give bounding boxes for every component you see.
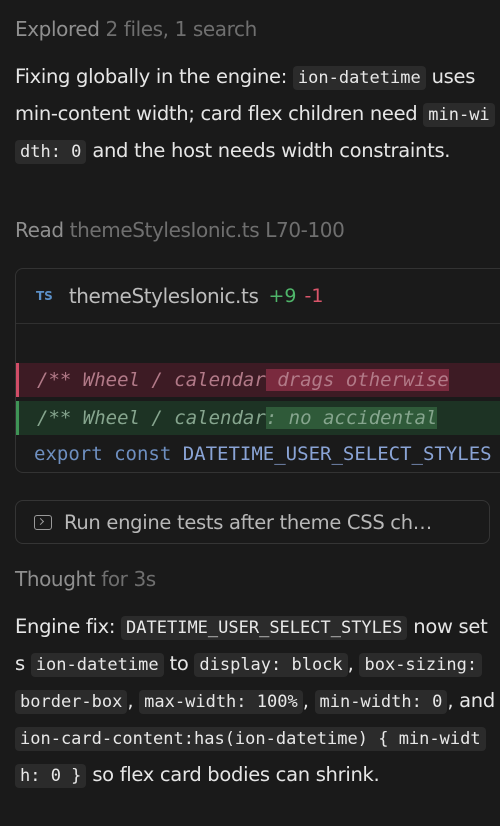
message-text: , xyxy=(347,652,360,675)
code-comment: /** Wheel / calendar xyxy=(37,369,266,391)
message-text: , xyxy=(302,689,315,712)
message-text: to xyxy=(163,652,195,675)
inline-code: min-width: 0 xyxy=(314,690,448,714)
read-filename: themeStylesIonic.ts xyxy=(69,218,260,242)
read-range: L70-100 xyxy=(265,218,345,242)
diff-card[interactable]: TS themeStylesIonic.ts +9 -1 /** Wheel /… xyxy=(15,268,500,473)
read-file-summary[interactable]: Read themeStylesIonic.ts L70-100 xyxy=(15,218,345,242)
explored-summary[interactable]: Explored 2 files, 1 search xyxy=(15,17,257,41)
inline-code: ion-datetime xyxy=(292,66,426,90)
deletions-count: -1 xyxy=(304,285,324,307)
code-comment: /** Wheel / calendar xyxy=(37,407,266,429)
inline-code: DATETIME_USER_SELECT_STYLES xyxy=(121,616,408,640)
code-keyword: export const xyxy=(34,443,172,465)
message-text: , xyxy=(127,689,140,712)
read-label: Read xyxy=(15,218,64,242)
additions-count: +9 xyxy=(268,285,297,307)
inline-code: max-width: 100% xyxy=(139,690,303,714)
typescript-icon: TS xyxy=(36,289,53,303)
message-text: , and xyxy=(447,689,495,712)
thought-summary[interactable]: Thought for 3s xyxy=(15,567,156,591)
explored-detail: 2 files, 1 search xyxy=(105,17,258,41)
terminal-icon xyxy=(34,514,52,530)
message-text: and the host needs width constraints. xyxy=(86,139,451,162)
assistant-message-2: Engine fix: DATETIME_USER_SELECT_STYLES … xyxy=(15,609,497,794)
thought-duration: for 3s xyxy=(101,567,156,591)
task-label: Run engine tests after theme CSS ch… xyxy=(64,510,432,534)
diff-filename: themeStylesIonic.ts xyxy=(68,284,259,308)
message-text: Engine fix: xyxy=(15,615,122,638)
diff-header[interactable]: TS themeStylesIonic.ts +9 -1 xyxy=(16,269,500,324)
assistant-message-1: Fixing globally in the engine: ion-datet… xyxy=(15,59,497,170)
message-text: so flex card bodies can shrink. xyxy=(86,763,380,786)
inline-code: ion-datetime xyxy=(30,653,164,677)
explored-label: Explored xyxy=(15,17,100,41)
thought-label: Thought xyxy=(15,567,96,591)
run-tests-task[interactable]: Run engine tests after theme CSS ch… xyxy=(15,500,490,544)
removed-line: /** Wheel / calendar drags otherwise xyxy=(16,363,500,397)
changed-text: : no accidental xyxy=(265,407,438,429)
added-line: /** Wheel / calendar: no accidental xyxy=(16,401,500,435)
message-text: Fixing globally in the engine: xyxy=(15,65,293,88)
changed-text: drags otherwise xyxy=(265,369,449,391)
code-identifier: DATETIME_USER_SELECT_STYLES xyxy=(182,443,492,465)
context-line: export const DATETIME_USER_SELECT_STYLES xyxy=(16,437,500,471)
inline-code: display: block xyxy=(194,653,348,677)
